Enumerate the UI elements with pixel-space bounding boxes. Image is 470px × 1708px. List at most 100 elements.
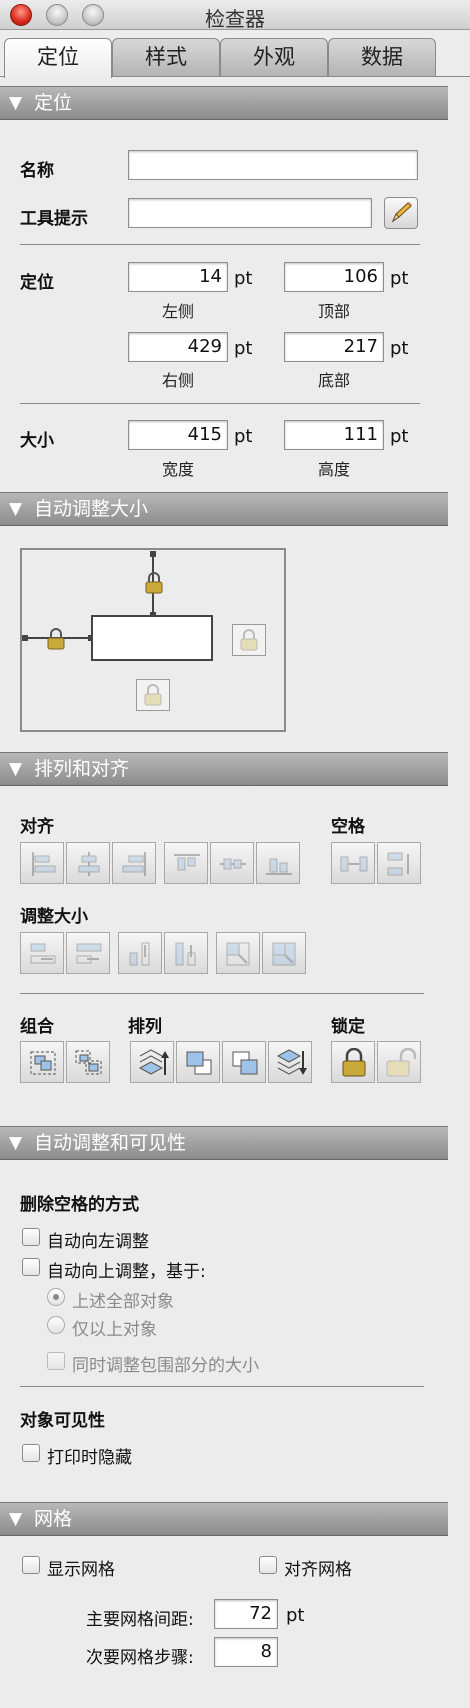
right-field[interactable]: 429 [128,332,228,362]
minor-grid-label: 次要网格步骤: [86,1648,194,1668]
lock-label: 锁定 [331,1017,365,1037]
align-bottom-icon [266,858,292,875]
space-vertical-icon [387,852,409,876]
all-above-radio[interactable] [47,1288,65,1306]
width-unit: pt [234,426,253,447]
align-center-button[interactable] [66,842,110,884]
disclosure-triangle-icon: ▼ [9,499,23,519]
resize-width-max-icon [76,943,102,964]
space-horizontal-icon [340,856,368,872]
right-caption: 右侧 [161,371,194,390]
bring-forward-button[interactable] [176,1041,220,1083]
only-above-radio[interactable] [47,1316,65,1334]
resize-label: 调整大小 [20,907,88,927]
left-caption: 左侧 [161,302,194,321]
align-right-button[interactable] [112,842,156,884]
top-field[interactable]: 106 [284,262,384,292]
section-title: 自动调整大小 [34,498,149,520]
divider [20,244,420,245]
resize-both-max-icon [272,942,296,966]
bottom-field[interactable]: 217 [284,332,384,362]
resize-enclosing-checkbox[interactable] [47,1352,65,1370]
section-header-visibility[interactable]: ▼ 自动调整和可见性 [0,1126,448,1160]
bring-forward-icon [186,1051,212,1075]
position-label: 定位 [20,273,54,293]
lock-icon[interactable] [144,572,164,594]
height-caption: 高度 [317,460,350,479]
major-grid-field[interactable]: 72 [214,1599,278,1629]
auto-left-label: 自动向左调整 [47,1232,149,1252]
resize-height-max-icon [175,942,196,966]
lock-button[interactable] [331,1041,375,1083]
section-title: 定位 [34,92,73,114]
send-to-back-button[interactable] [268,1041,312,1083]
unlocked-icon [240,629,258,651]
ungroup-icon [75,1050,102,1075]
resize-height-min-icon [129,942,150,966]
send-backward-button[interactable] [222,1041,266,1083]
major-grid-unit: pt [286,1605,305,1626]
align-left-button[interactable] [20,842,64,884]
align-top-icon [174,854,200,871]
space-horizontal-button[interactable] [331,842,375,884]
section-header-autosize[interactable]: ▼ 自动调整大小 [0,492,448,526]
width-lock-button[interactable] [232,624,266,656]
divider [20,403,420,404]
top-unit: pt [390,268,409,289]
show-grid-label: 显示网格 [47,1560,115,1580]
align-middle-button[interactable] [210,842,254,884]
bottom-unit: pt [390,338,409,359]
height-unit: pt [390,426,409,447]
tab-bar: 定位 样式 外观 数据 [4,38,436,78]
section-header-arrange[interactable]: ▼ 排列和对齐 [0,752,448,786]
ungroup-button[interactable] [66,1041,110,1083]
section-header-grid[interactable]: ▼ 网格 [0,1502,448,1536]
resize-tallest-button[interactable] [164,932,208,974]
resize-smallest-button[interactable] [216,932,260,974]
space-vertical-button[interactable] [377,842,421,884]
tab-style[interactable]: 样式 [112,38,220,76]
align-middle-icon [220,858,246,870]
remove-space-label: 删除空格的方式 [20,1195,139,1215]
snap-grid-checkbox[interactable] [259,1556,277,1574]
height-field[interactable]: 111 [284,420,384,450]
auto-up-checkbox[interactable] [22,1258,40,1276]
auto-up-label: 自动向上调整，基于: [47,1262,206,1282]
top-caption: 顶部 [317,302,350,321]
resize-enclosing-label: 同时调整包围部分的大小 [72,1356,259,1376]
tab-data[interactable]: 数据 [328,38,436,76]
minor-grid-field[interactable]: 8 [214,1637,278,1667]
show-grid-checkbox[interactable] [22,1556,40,1574]
edit-tooltip-button[interactable] [384,197,418,229]
width-field[interactable]: 415 [128,420,228,450]
name-field[interactable] [128,150,418,180]
tab-position[interactable]: 定位 [4,38,112,78]
unlock-button[interactable] [377,1041,421,1083]
all-above-label: 上述全部对象 [72,1292,174,1312]
bring-to-front-button[interactable] [130,1041,174,1083]
disclosure-triangle-icon: ▼ [9,1509,23,1529]
align-label: 对齐 [20,817,54,837]
bring-to-front-icon [138,1049,169,1075]
disclosure-triangle-icon: ▼ [9,93,23,113]
resize-shortest-button[interactable] [118,932,162,974]
divider [20,993,424,994]
tooltip-field[interactable] [128,198,372,228]
title-bar[interactable]: 检查器 [0,0,470,31]
resize-largest-button[interactable] [262,932,306,974]
align-top-button[interactable] [164,842,208,884]
resize-widest-button[interactable] [66,932,110,974]
lock-icon[interactable] [46,628,66,650]
section-header-position[interactable]: ▼ 定位 [0,86,448,120]
group-label: 组合 [20,1017,54,1037]
name-label: 名称 [20,161,54,181]
auto-left-checkbox[interactable] [22,1228,40,1246]
height-lock-button[interactable] [136,679,170,711]
left-field[interactable]: 14 [128,262,228,292]
group-button[interactable] [20,1041,64,1083]
align-bottom-button[interactable] [256,842,300,884]
hide-when-printing-label: 打印时隐藏 [47,1448,132,1468]
resize-narrowest-button[interactable] [20,932,64,974]
hide-when-printing-checkbox[interactable] [22,1444,40,1462]
tab-appearance[interactable]: 外观 [220,38,328,76]
